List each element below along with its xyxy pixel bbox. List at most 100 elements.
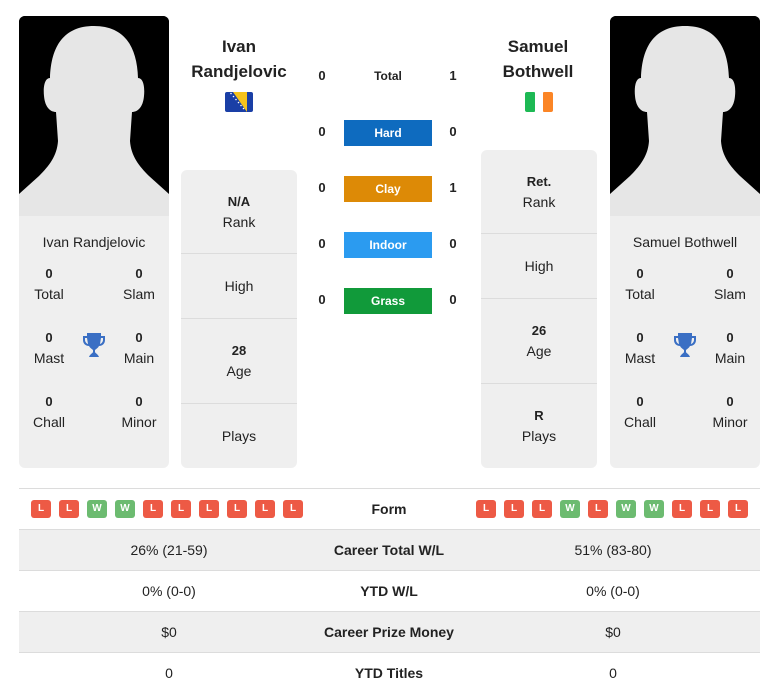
plays-label: Plays	[221, 428, 257, 444]
stat-row-career-wl: 26% (21-59) Career Total W/L 51% (83-80)	[19, 529, 760, 570]
form-loss-badge[interactable]: L	[171, 500, 191, 518]
h2h-grass-p2: 0	[449, 292, 457, 307]
age-value: 26	[531, 323, 547, 338]
player2-card: Samuel Bothwell 0 Total 0 Slam 0 Mast 0 Main…	[610, 16, 760, 468]
form-loss-badge[interactable]: L	[672, 500, 692, 518]
player2-info-card: Ret. Rank High 26 Age R Plays	[481, 150, 597, 468]
form-win-badge[interactable]: W	[87, 500, 107, 518]
titles-slam-value: 0	[135, 266, 143, 281]
player1-last-name: Randjelovic	[191, 62, 287, 81]
h2h-indoor-row: 0 Indoor 0	[300, 232, 478, 258]
titles-mast: 0 Mast	[610, 328, 670, 368]
titles-chall-label: Chall	[33, 414, 65, 430]
player2-last-name: Bothwell	[502, 62, 574, 81]
form-loss-badge[interactable]: L	[283, 500, 303, 518]
age-value: 28	[231, 343, 247, 358]
stat-row-ytd-titles: 0 YTD Titles 0	[19, 652, 760, 693]
form-loss-badge[interactable]: L	[59, 500, 79, 518]
player1-high: High	[181, 254, 297, 319]
form-loss-badge[interactable]: L	[255, 500, 275, 518]
rank-value: Ret.	[526, 173, 552, 189]
titles-total-value: 0	[45, 266, 53, 281]
form-loss-badge[interactable]: L	[199, 500, 219, 518]
surface-grass-badge[interactable]: Grass	[344, 288, 432, 314]
rank-label: Rank	[522, 193, 556, 210]
player-silhouette-icon	[610, 16, 760, 216]
h2h-grass-row: 0 Grass 0	[300, 288, 478, 314]
player1-card-name[interactable]: Ivan Randjelovic	[19, 234, 169, 250]
high-label: High	[224, 278, 254, 294]
h2h-total-p2: 1	[449, 68, 457, 83]
form-loss-badge[interactable]: L	[588, 500, 608, 518]
form-loss-badge[interactable]: L	[143, 500, 163, 518]
player1-name[interactable]: Ivan Randjelovic	[169, 34, 309, 84]
player1-ytd-wl: 0% (0-0)	[142, 583, 196, 599]
prize-money-label: Career Prize Money	[324, 624, 454, 640]
form-win-badge[interactable]: W	[560, 500, 580, 518]
career-wl-label: Career Total W/L	[333, 542, 445, 558]
trophy-icon	[83, 333, 105, 357]
player2-name[interactable]: Samuel Bothwell	[468, 34, 608, 84]
titles-main-label: Main	[123, 350, 155, 366]
titles-main: 0 Main	[109, 328, 169, 368]
titles-minor-value: 0	[135, 394, 143, 409]
form-loss-badge[interactable]: L	[504, 500, 524, 518]
h2h-hard-row: 0 Hard 0	[300, 120, 478, 146]
surface-hard-badge[interactable]: Hard	[344, 120, 432, 146]
form-loss-badge[interactable]: L	[227, 500, 247, 518]
titles-chall: 0 Chall	[610, 392, 670, 432]
titles-mast-label: Mast	[33, 350, 65, 366]
titles-minor: 0 Minor	[109, 392, 169, 432]
h2h-grass-p1: 0	[318, 292, 326, 307]
surface-clay-badge[interactable]: Clay	[344, 176, 432, 202]
titles-total-value: 0	[636, 266, 644, 281]
form-loss-badge[interactable]: L	[532, 500, 552, 518]
form-label: Form	[371, 501, 407, 517]
form-win-badge[interactable]: W	[616, 500, 636, 518]
player1-prize-money: $0	[161, 624, 177, 640]
h2h-indoor-p1: 0	[318, 236, 326, 251]
form-loss-badge[interactable]: L	[700, 500, 720, 518]
titles-mast: 0 Mast	[19, 328, 79, 368]
player1-form: LLWWLLLLLL	[31, 500, 303, 518]
titles-mast-value: 0	[636, 330, 644, 345]
player2-high: High	[481, 234, 597, 299]
h2h-total-row: 0 Total 1	[300, 64, 478, 90]
form-row: LLWWLLLLLL Form LLLWLWWLLL	[19, 488, 760, 529]
titles-main: 0 Main	[700, 328, 760, 368]
player2-card-name[interactable]: Samuel Bothwell	[610, 234, 760, 250]
form-loss-badge[interactable]: L	[728, 500, 748, 518]
age-label: Age	[226, 363, 252, 379]
form-win-badge[interactable]: W	[115, 500, 135, 518]
titles-slam: 0 Slam	[700, 264, 760, 304]
rank-value: N/A	[227, 193, 251, 209]
titles-main-value: 0	[135, 330, 143, 345]
player1-card: Ivan Randjelovic 0 Total 0 Slam 0 Mast 0 Mai…	[19, 16, 169, 468]
player1-photo	[19, 16, 169, 216]
titles-total-label: Total	[625, 286, 655, 302]
player1-career-wl: 26% (21-59)	[130, 542, 208, 558]
titles-mast-value: 0	[45, 330, 53, 345]
titles-mast-label: Mast	[624, 350, 656, 366]
player1-plays: Plays	[181, 404, 297, 468]
bosnia-herzegovina-flag-icon	[225, 92, 253, 112]
titles-slam-label: Slam	[123, 286, 155, 302]
form-loss-badge[interactable]: L	[476, 500, 496, 518]
titles-minor-label: Minor	[121, 414, 157, 430]
player1-info-card: N/A Rank High 28 Age Plays	[181, 170, 297, 468]
surface-indoor-badge[interactable]: Indoor	[344, 232, 432, 258]
player2-age: 26 Age	[481, 299, 597, 384]
h2h-clay-p1: 0	[318, 180, 326, 195]
plays-value: R	[534, 408, 544, 423]
player1-ytd-titles: 0	[165, 665, 173, 681]
titles-main-value: 0	[726, 330, 734, 345]
titles-slam-label: Slam	[714, 286, 746, 302]
player-silhouette-icon	[19, 16, 169, 216]
form-loss-badge[interactable]: L	[31, 500, 51, 518]
titles-chall-value: 0	[45, 394, 53, 409]
form-win-badge[interactable]: W	[644, 500, 664, 518]
titles-total: 0 Total	[610, 264, 670, 304]
player1-first-name: Ivan	[221, 37, 257, 56]
plays-label: Plays	[521, 428, 557, 444]
rank-label: Rank	[222, 213, 256, 230]
